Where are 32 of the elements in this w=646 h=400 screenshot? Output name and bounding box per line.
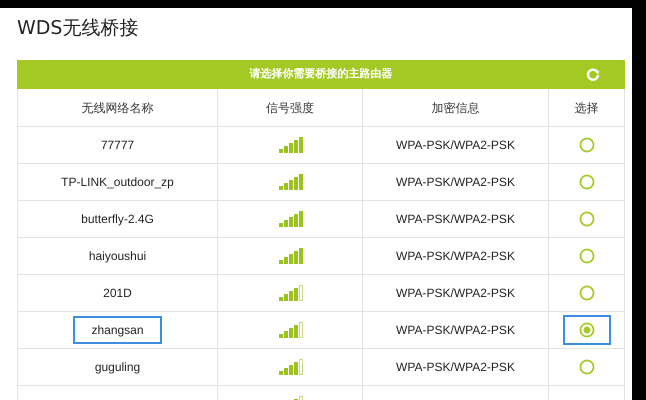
encryption-type: WPA-PSK/WPA2-PSK [396,211,515,228]
encryption-type: WPA-PSK/WPA2-PSK [396,322,515,339]
network-name: TP-LINK_outdoor_zp [61,174,174,191]
refresh-icon[interactable] [586,68,600,82]
radio-button[interactable] [578,322,594,338]
radio-button[interactable] [578,248,594,264]
network-name: 201D [103,285,132,302]
encryption-type: WPA-PSK/WPA2-PSK [396,174,515,191]
network-name: 77777 [100,137,134,154]
column-header: 加密信息 [432,100,480,116]
network-name: guguling [94,359,140,376]
encryption-type: WPA-PSK/WPA2-PSK [396,285,515,302]
empty-signal-bar [298,396,302,400]
column-header: 选择 [574,100,598,116]
radio-button[interactable] [578,211,594,227]
table-caption: 请选择你需要桥接的主路由器 [250,66,392,82]
network-name: butterfly-2.4G [81,211,154,228]
radio-button[interactable] [578,359,594,375]
network-name: haiyoushui [88,248,146,265]
encryption-type: WPA-PSK/WPA2-PSK [396,137,515,154]
network-name: zhangsan [73,316,162,344]
empty-signal-bar [298,285,302,301]
encryption-type: WPA-PSK/WPA2-PSK [396,359,515,376]
radio-button[interactable] [578,174,594,190]
column-header: 无线网络名称 [82,100,154,116]
page-title: WDS无线桥接 [16,16,140,41]
column-header: 信号强度 [266,100,314,116]
empty-signal-bar [298,359,302,375]
radio-button[interactable] [578,285,594,301]
empty-signal-bar [298,322,302,338]
encryption-type: WPA-PSK/WPA2-PSK [396,248,515,265]
radio-button[interactable] [578,137,594,153]
